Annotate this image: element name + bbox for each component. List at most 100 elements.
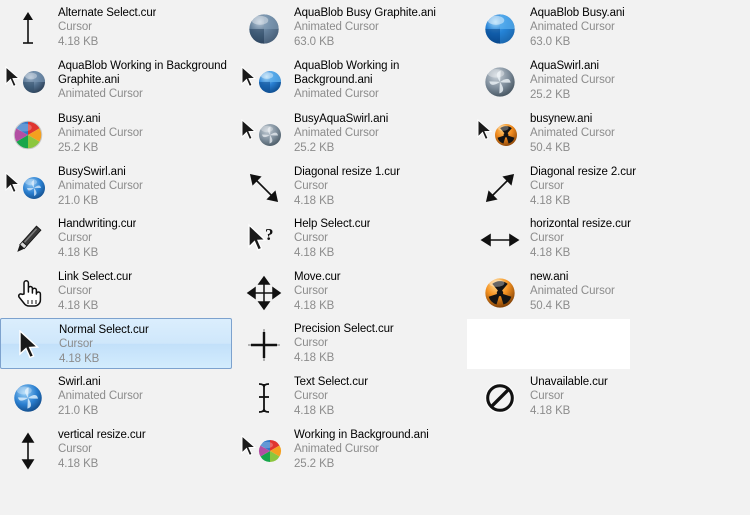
file-tile[interactable]: Link Select.cur Cursor 4.18 KB	[0, 266, 232, 318]
file-size: 25.2 KB	[294, 458, 335, 470]
graphite-blob-orb-icon	[240, 5, 288, 53]
pen-handwriting-icon	[4, 216, 52, 264]
file-tile[interactable]: AquaBlob Working in Background.ani Anima…	[236, 55, 468, 107]
file-tile[interactable]: busynew.ani Animated Cursor 50.4 KB	[472, 108, 722, 160]
hand-pointer-icon	[4, 269, 52, 317]
file-tile[interactable]: Unavailable.cur Cursor 4.18 KB	[472, 371, 722, 423]
file-tile-selected[interactable]: Normal Select.cur Cursor 4.18 KB	[0, 318, 232, 369]
arrow-with-radiation-orb-icon	[476, 111, 524, 159]
arrow-with-blue-swirl-orb-icon	[4, 164, 52, 212]
file-tile[interactable]: AquaBlob Working in Background Graphite.…	[0, 55, 232, 107]
file-tile[interactable]: Diagonal resize 2.cur Cursor 4.18 KB	[472, 161, 722, 213]
file-tile[interactable]: AquaBlob Busy.ani Animated Cursor 63.0 K…	[472, 2, 722, 54]
diagonal-resize-nwse-icon	[240, 164, 288, 212]
file-name: AquaSwirl.ani	[530, 60, 600, 72]
move-four-arrows-icon	[240, 269, 288, 317]
svg-text:?: ?	[265, 225, 274, 244]
file-name: Normal Select.cur	[59, 324, 149, 336]
file-type: Animated Cursor	[58, 390, 143, 402]
file-type: Animated Cursor	[58, 88, 143, 100]
file-size: 63.0 KB	[530, 36, 571, 48]
file-name: Move.cur	[294, 271, 341, 283]
file-tile[interactable]: BusyAquaSwirl.ani Animated Cursor 25.2 K…	[236, 108, 468, 160]
diagonal-resize-nesw-icon	[476, 164, 524, 212]
file-name: Alternate Select.cur	[58, 7, 157, 19]
file-name: Diagonal resize 2.cur	[530, 166, 636, 178]
arrow-with-blue-blob-orb-icon	[240, 58, 288, 106]
file-name: Handwriting.cur	[58, 218, 137, 230]
file-name: AquaBlob Busy.ani	[530, 7, 625, 19]
file-type: Cursor	[530, 232, 564, 244]
file-tile[interactable]: Move.cur Cursor 4.18 KB	[236, 266, 468, 318]
file-size: 4.18 KB	[530, 195, 571, 207]
file-size: 4.18 KB	[59, 353, 100, 365]
blank-tile	[467, 319, 630, 369]
file-type: Animated Cursor	[294, 127, 379, 139]
text-ibeam-icon	[240, 374, 288, 422]
file-type: Cursor	[58, 285, 92, 297]
file-type: Cursor	[58, 21, 92, 33]
gray-swirl-orb-icon	[476, 58, 524, 106]
file-tile[interactable]: ? Help Select.cur Cursor 4.18 KB	[236, 213, 468, 265]
file-tile[interactable]: Working in Background.ani Animated Curso…	[236, 424, 468, 476]
file-tile[interactable]: Busy.ani Animated Cursor 25.2 KB	[0, 108, 232, 160]
file-type: Animated Cursor	[530, 74, 615, 86]
file-tile[interactable]: Alternate Select.cur Cursor 4.18 KB	[0, 2, 232, 54]
file-name: Precision Select.cur	[294, 323, 394, 335]
file-type: Animated Cursor	[530, 21, 615, 33]
file-type: Cursor	[294, 232, 328, 244]
blue-swirl-orb-icon	[4, 374, 52, 422]
file-size: 21.0 KB	[58, 195, 99, 207]
file-name: vertical resize.cur	[58, 429, 146, 441]
file-name: BusySwirl.ani	[58, 166, 126, 178]
arrow-with-color-pinwheel-icon	[240, 427, 288, 475]
file-size: 63.0 KB	[294, 36, 335, 48]
horizontal-resize-icon	[476, 216, 524, 264]
file-tile[interactable]: Swirl.ani Animated Cursor 21.0 KB	[0, 371, 232, 423]
file-type: Animated Cursor	[530, 285, 615, 297]
vertical-resize-icon	[4, 427, 52, 475]
file-name: Busy.ani	[58, 113, 101, 125]
file-tile[interactable]: Text Select.cur Cursor 4.18 KB	[236, 371, 468, 423]
file-type: Cursor	[294, 285, 328, 297]
file-type: Cursor	[58, 443, 92, 455]
file-size: 4.18 KB	[294, 405, 335, 417]
file-tile[interactable]: new.ani Animated Cursor 50.4 KB	[472, 266, 722, 318]
arrow-with-graphite-orb-icon	[4, 58, 52, 106]
file-type: Animated Cursor	[58, 180, 143, 192]
file-tile[interactable]: Precision Select.cur Cursor 4.18 KB	[236, 318, 468, 370]
file-name: AquaBlob Busy Graphite.ani	[294, 7, 436, 19]
file-size: 4.18 KB	[530, 405, 571, 417]
vertical-arrow-up-cursor-icon	[4, 5, 52, 53]
file-size: 4.18 KB	[530, 247, 571, 259]
file-name: AquaBlob Working in Background.ani	[294, 60, 400, 86]
file-type: Cursor	[530, 390, 564, 402]
file-name: new.ani	[530, 271, 569, 283]
no-entry-icon	[476, 374, 524, 422]
file-name: Link Select.cur	[58, 271, 132, 283]
file-size: 4.18 KB	[294, 247, 335, 259]
arrow-pointer-icon	[5, 322, 53, 370]
file-tile[interactable]: AquaBlob Busy Graphite.ani Animated Curs…	[236, 2, 468, 54]
file-tile[interactable]: horizontal resize.cur Cursor 4.18 KB	[472, 213, 722, 265]
file-type: Animated Cursor	[58, 127, 143, 139]
file-name: Unavailable.cur	[530, 376, 608, 388]
file-name: Swirl.ani	[58, 376, 101, 388]
file-tile[interactable]: vertical resize.cur Cursor 4.18 KB	[0, 424, 232, 476]
arrow-question-mark-icon: ?	[240, 216, 288, 264]
file-tile[interactable]: BusySwirl.ani Animated Cursor 21.0 KB	[0, 161, 232, 213]
file-tile[interactable]: Diagonal resize 1.cur Cursor 4.18 KB	[236, 161, 468, 213]
file-size: 4.18 KB	[294, 300, 335, 312]
file-name: BusyAquaSwirl.ani	[294, 113, 389, 125]
crosshair-icon	[240, 321, 288, 369]
file-type: Animated Cursor	[294, 88, 379, 100]
file-tile[interactable]: AquaSwirl.ani Animated Cursor 25.2 KB	[472, 55, 722, 107]
file-size: 25.2 KB	[294, 142, 335, 154]
file-size: 25.2 KB	[58, 142, 99, 154]
file-type: Cursor	[294, 180, 328, 192]
file-size: 25.2 KB	[530, 89, 571, 101]
radiation-orb-icon	[476, 269, 524, 317]
file-size: 21.0 KB	[58, 405, 99, 417]
file-list-tiles-pane[interactable]: Alternate Select.cur Cursor 4.18 KB Aqua…	[0, 0, 750, 515]
file-tile[interactable]: Handwriting.cur Cursor 4.18 KB	[0, 213, 232, 265]
